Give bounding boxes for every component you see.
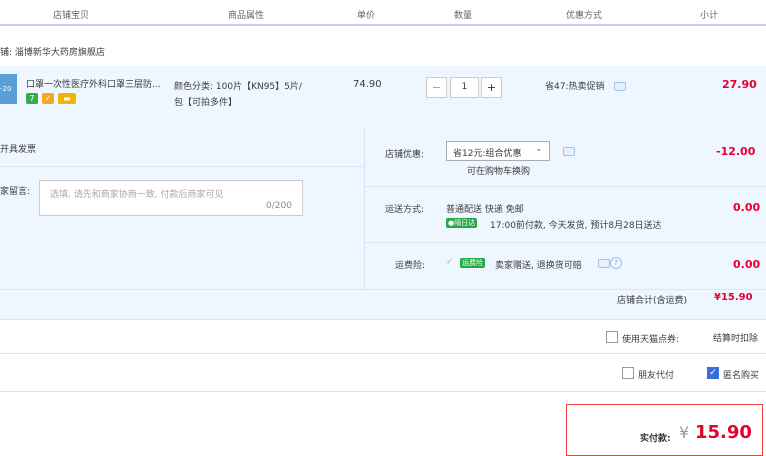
- help-icon[interactable]: ?: [610, 257, 622, 269]
- guarantee-icon: ✓: [42, 93, 54, 104]
- unit-price: 74.90: [353, 79, 382, 90]
- invoice-option[interactable]: 开具发票: [0, 142, 36, 155]
- message-textarea[interactable]: 选填, 请先和商家协商一致, 付款后商家可见 0/200: [39, 180, 303, 216]
- pay-label: 实付款:: [640, 434, 671, 444]
- tmall-points-label: 使用天猫点券:: [622, 335, 680, 345]
- card-payment-icon: ▬: [58, 93, 76, 104]
- qty-decrease-button[interactable]: −: [426, 77, 447, 98]
- pay-currency: ¥: [679, 423, 690, 442]
- header-qty: 数量: [454, 11, 473, 21]
- anonymous-checkbox[interactable]: ✓: [707, 367, 719, 379]
- chat-icon[interactable]: [598, 259, 610, 268]
- shipping-method: 普通配送 快递 免邮: [446, 205, 524, 215]
- header-price: 单价: [357, 11, 376, 21]
- message-count: 0/200: [266, 201, 292, 211]
- payment-summary-box: 实付款: ¥ 15.90: [566, 404, 763, 456]
- table-header: 店铺宝贝 商品属性 单价 数量 优惠方式 小计: [0, 0, 766, 26]
- shipping-value: 0.00: [733, 201, 761, 214]
- message-placeholder: 选填, 请先和商家协商一致, 付款后商家可见: [50, 190, 224, 200]
- shop-discount-hint: 可在购物车换购: [467, 167, 531, 177]
- product-title[interactable]: 口罩一次性医疗外科口罩三层防...: [26, 77, 161, 90]
- qty-increase-button[interactable]: +: [481, 77, 502, 98]
- seven-day-return-icon: 7: [26, 93, 38, 104]
- item-discount: 省47:热卖促销: [545, 82, 605, 92]
- item-subtotal: 27.90: [722, 78, 757, 91]
- pay-amount: 15.90: [695, 422, 752, 443]
- insurance-label: 运费险:: [395, 261, 426, 271]
- tmall-points-checkbox[interactable]: [606, 331, 618, 343]
- header-shop: 店铺宝贝: [53, 11, 90, 21]
- product-attr-line1: 颜色分类: 100片【KN95】5片/: [174, 82, 302, 92]
- product-attr-line2: 包【可拍多件】: [174, 98, 238, 108]
- product-thumbnail[interactable]: -20: [0, 74, 17, 104]
- store-total-label: 店铺合计(含运费): [617, 296, 688, 306]
- tmall-points-note: 结算时扣除: [713, 334, 759, 344]
- next-day-tag: ●隔日达: [446, 218, 478, 228]
- insurance-tag: 运费险: [460, 258, 485, 268]
- friend-pay-checkbox[interactable]: [622, 367, 634, 379]
- anonymous-label: 匿名购买: [723, 371, 760, 381]
- header-subtotal: 小计: [700, 11, 719, 21]
- friend-pay-label: 朋友代付: [638, 371, 675, 381]
- insurance-detail: 卖家赠送, 退换货可赔: [495, 261, 582, 271]
- qty-input[interactable]: 1: [450, 77, 479, 98]
- message-label: 家留言:: [0, 187, 31, 197]
- shipping-detail: 17:00前付款, 今天发货, 预计8月28日送达: [490, 221, 662, 231]
- shop-discount-selected: 省12元:组合优惠: [453, 149, 522, 159]
- chat-icon[interactable]: [614, 82, 626, 91]
- chat-icon[interactable]: [563, 147, 575, 156]
- insurance-value: 0.00: [733, 258, 761, 271]
- header-discount: 优惠方式: [566, 11, 603, 21]
- cart-item-row: [0, 66, 766, 126]
- shop-discount-value: -12.00: [716, 145, 756, 158]
- shop-discount-select[interactable]: 省12元:组合优惠 ⌄: [446, 141, 550, 161]
- shop-discount-label: 店铺优惠:: [385, 150, 425, 160]
- store-total-value: ¥15.90: [714, 292, 753, 303]
- shipping-label: 运送方式:: [385, 205, 425, 215]
- shop-name[interactable]: 铺: 淄博新华大药房旗舰店: [0, 45, 105, 58]
- checkmark-icon: ✓: [446, 257, 454, 267]
- dropdown-chevron-icon: ⌄: [535, 144, 543, 154]
- header-attr: 商品属性: [228, 11, 265, 21]
